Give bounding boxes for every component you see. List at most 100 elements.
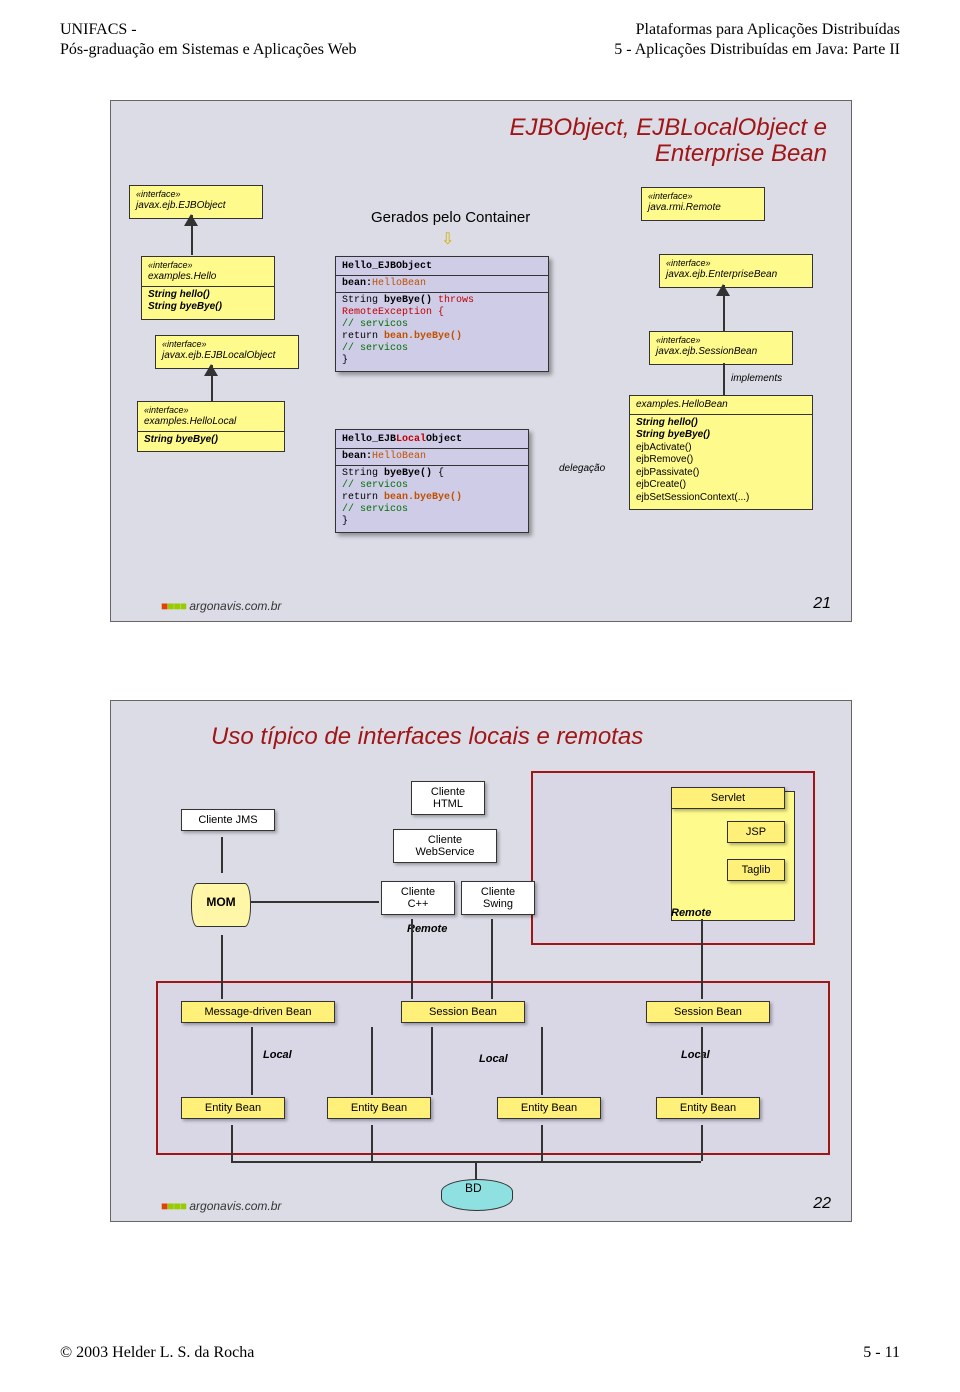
- c1l3a: String: [342, 295, 384, 306]
- local-3: Local: [681, 1049, 710, 1061]
- footer-right: 5 - 11: [863, 1344, 900, 1362]
- slide-22-title: Uso típico de interfaces locais e remota…: [211, 723, 643, 751]
- c1l2b: HelloBean: [372, 278, 426, 289]
- ster: «interface»: [656, 335, 786, 346]
- ster: «interface»: [136, 189, 256, 200]
- box-sessbean: «interface» javax.ejb.SessionBean: [649, 331, 793, 365]
- ster: «interface»: [162, 339, 292, 350]
- c2l3c: {: [432, 468, 444, 479]
- im4: ejbRemove(): [636, 454, 806, 467]
- slide-22: Uso típico de interfaces locais e remota…: [110, 700, 852, 1222]
- c2l5a: return: [342, 492, 384, 503]
- c2l2b: HelloBean: [372, 451, 426, 462]
- c2l1c: Object: [426, 434, 462, 445]
- name: examples.Hello: [148, 271, 268, 284]
- c1l1: Hello_EJBObject: [342, 261, 432, 272]
- m1: String byeBye(): [144, 434, 278, 447]
- c2l5b: bean.byeBye(): [384, 492, 462, 503]
- im6: ejbCreate(): [636, 479, 806, 492]
- node-ent-4: Entity Bean: [656, 1097, 760, 1119]
- page: UNIFACS - Pós-graduação em Sistemas e Ap…: [0, 0, 960, 1392]
- badge-txt: argonavis.com.br: [189, 599, 281, 613]
- cls: examples.HelloBean: [636, 399, 806, 412]
- name: javax.ejb.EJBObject: [136, 200, 256, 213]
- mom-label: MOM: [191, 895, 251, 909]
- c2l3b: byeBye(): [384, 468, 432, 479]
- c2l1b: Local: [396, 434, 426, 445]
- bd-label: BD: [465, 1181, 482, 1195]
- node-ws: ClienteWebService: [393, 829, 497, 863]
- c2l4: // servicos: [342, 480, 522, 492]
- remote-1: Remote: [407, 923, 447, 935]
- header-right-2: 5 - Aplicações Distribuídas em Java: Par…: [614, 40, 900, 60]
- name: javax.ejb.EJBLocalObject: [162, 350, 292, 363]
- c2l3a: String: [342, 468, 384, 479]
- node-ent-1: Entity Bean: [181, 1097, 285, 1119]
- c2l7: }: [342, 516, 522, 528]
- box-entbean: «interface» javax.ejb.EnterpriseBean: [659, 254, 813, 288]
- title-line-2: Enterprise Bean: [655, 140, 827, 167]
- node-jms: Cliente JMS: [181, 809, 275, 831]
- im5: ejbPassivate(): [636, 467, 806, 480]
- node-ent-3: Entity Bean: [497, 1097, 601, 1119]
- node-swing: ClienteSwing: [461, 881, 535, 915]
- code-box-2: Hello_EJBLocalObject bean:HelloBean Stri…: [335, 429, 529, 533]
- box-hellolocal: «interface» examples.HelloLocal String b…: [137, 401, 285, 452]
- gerados-label: Gerados pelo Container: [371, 209, 530, 226]
- name: java.rmi.Remote: [648, 202, 758, 215]
- c2l6: // servicos: [342, 504, 522, 516]
- c1l3b: byeBye(): [384, 295, 432, 306]
- header-right-1: Plataformas para Aplicações Distribuídas: [614, 20, 900, 40]
- header-left: UNIFACS - Pós-graduação em Sistemas e Ap…: [60, 20, 357, 60]
- node-jsp: JSP: [727, 821, 785, 843]
- c2l1a: Hello_EJB: [342, 434, 396, 445]
- implements-label: implements: [731, 373, 782, 384]
- header-right: Plataformas para Aplicações Distribuídas…: [614, 20, 900, 60]
- box-hello: «interface» examples.Hello String hello(…: [141, 256, 275, 320]
- box-localobj: «interface» javax.ejb.EJBLocalObject: [155, 335, 299, 369]
- local-2: Local: [479, 1053, 508, 1065]
- node-html: ClienteHTML: [411, 781, 485, 815]
- node-servlet: Servlet: [671, 787, 785, 809]
- ster: «interface»: [648, 191, 758, 202]
- im2: String byeBye(): [636, 429, 806, 442]
- delegacao-label: delegação: [559, 463, 605, 474]
- c2l2a: bean:: [342, 451, 372, 462]
- ster: «interface»: [148, 260, 268, 271]
- node-mdb: Message-driven Bean: [181, 1001, 335, 1023]
- m1: String hello(): [148, 289, 268, 302]
- slide-num-22: 22: [813, 1195, 831, 1213]
- local-1: Local: [263, 1049, 292, 1061]
- c1l4: RemoteException {: [342, 307, 542, 319]
- slide-21: EJBObject, EJBLocalObject e Enterprise B…: [110, 100, 852, 622]
- name: javax.ejb.SessionBean: [656, 346, 786, 359]
- node-taglib: Taglib: [727, 859, 785, 881]
- down-arrow-icon: ⇩: [441, 229, 454, 249]
- slide-21-title: EJBObject, EJBLocalObject e Enterprise B…: [510, 115, 827, 168]
- badge-txt: argonavis.com.br: [189, 1199, 281, 1213]
- badge: argonavis.com.br: [161, 1199, 281, 1213]
- im3: ejbActivate(): [636, 442, 806, 455]
- node-sess-2: Session Bean: [646, 1001, 770, 1023]
- code-box-1: Hello_EJBObject bean:HelloBean String by…: [335, 256, 549, 372]
- box-hellobean: examples.HelloBean String hello() String…: [629, 395, 813, 510]
- c1l3c: throws: [432, 295, 474, 306]
- header-left-2: Pós-graduação em Sistemas e Aplicações W…: [60, 40, 357, 60]
- c1l8: }: [342, 355, 542, 367]
- node-ent-2: Entity Bean: [327, 1097, 431, 1119]
- title-line-1: EJBObject, EJBLocalObject e: [510, 114, 827, 141]
- remote-2: Remote: [671, 907, 711, 919]
- ster: «interface»: [144, 405, 278, 416]
- box-rmiremote: «interface» java.rmi.Remote: [641, 187, 765, 221]
- node-sess-1: Session Bean: [401, 1001, 525, 1023]
- im1: String hello(): [636, 417, 806, 430]
- node-cpp: ClienteC++: [381, 881, 455, 915]
- footer-left: © 2003 Helder L. S. da Rocha: [60, 1344, 254, 1362]
- c1l7: // servicos: [342, 343, 542, 355]
- c1l5: // servicos: [342, 319, 542, 331]
- m2: String byeBye(): [148, 301, 268, 314]
- c1l6a: return: [342, 331, 384, 342]
- slide-num-21: 21: [813, 595, 831, 613]
- badge: argonavis.com.br: [161, 599, 281, 613]
- name: examples.HelloLocal: [144, 416, 278, 429]
